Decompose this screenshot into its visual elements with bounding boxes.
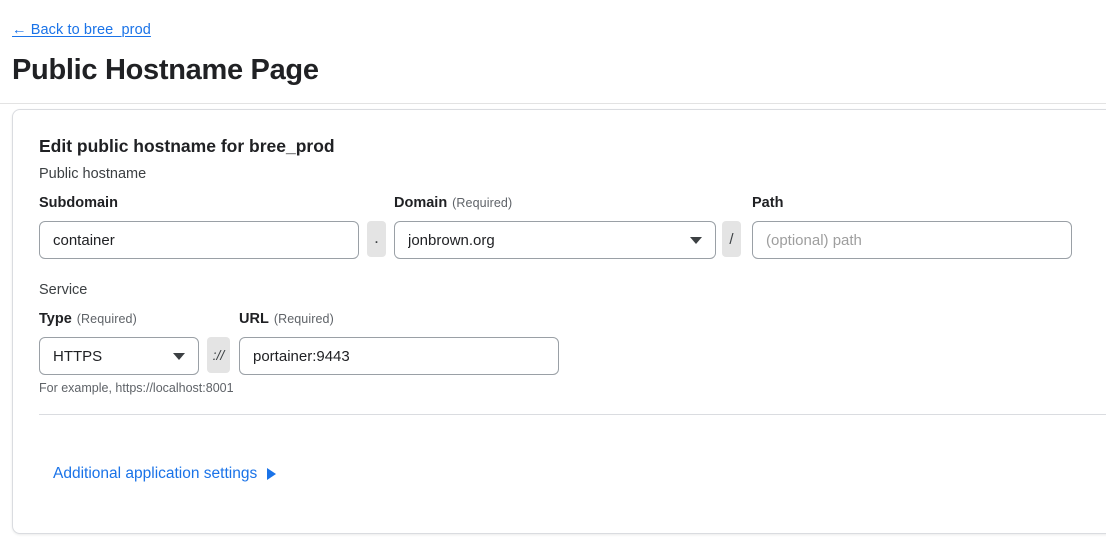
url-required-note: (Required)	[273, 312, 334, 326]
additional-application-settings-label: Additional application settings	[53, 465, 258, 482]
domain-required-note: (Required)	[452, 196, 513, 210]
back-to-bree-prod-link[interactable]: ← Back to bree_prod	[12, 22, 151, 38]
path-input[interactable]	[752, 221, 1072, 259]
url-label: URL (Required)	[239, 311, 334, 327]
card-title: Edit public hostname for bree_prod	[39, 136, 335, 156]
type-required-note: (Required)	[76, 312, 137, 326]
type-select-value: HTTPS	[53, 347, 103, 365]
path-label: Path	[752, 195, 783, 211]
page-title: Public Hostname Page	[12, 54, 319, 86]
domain-select[interactable]: jonbrown.org	[394, 221, 716, 259]
chevron-down-icon	[173, 352, 185, 360]
service-section-label: Service	[39, 282, 88, 298]
section-divider	[39, 414, 1106, 415]
dot-separator-chip: .	[367, 221, 386, 257]
path-label-text: Path	[752, 195, 784, 211]
type-select[interactable]: HTTPS	[39, 337, 199, 375]
url-example-hint: For example, https://localhost:8001	[39, 381, 234, 395]
url-label-text: URL	[239, 311, 269, 327]
url-input[interactable]	[239, 337, 559, 375]
header-divider	[0, 103, 1106, 104]
subdomain-input[interactable]	[39, 221, 359, 259]
type-label-text: Type	[39, 311, 72, 327]
domain-label-text: Domain	[394, 195, 448, 211]
slash-separator-chip: /	[722, 221, 741, 257]
scheme-separator-chip: ://	[207, 337, 230, 373]
public-hostname-page: ← Back to bree_prod Public Hostname Page…	[0, 0, 1106, 555]
domain-label: Domain (Required)	[394, 195, 512, 211]
edit-public-hostname-card: Edit public hostname for bree_prod Publi…	[12, 109, 1106, 534]
additional-application-settings-link[interactable]: Additional application settings	[53, 465, 277, 483]
subdomain-label-text: Subdomain	[39, 195, 118, 211]
domain-select-value: jonbrown.org	[408, 231, 495, 249]
public-hostname-section-label: Public hostname	[39, 166, 147, 182]
subdomain-label: Subdomain	[39, 195, 118, 211]
chevron-down-icon	[690, 236, 702, 244]
chevron-right-icon	[267, 468, 277, 480]
type-label: Type (Required)	[39, 311, 137, 327]
